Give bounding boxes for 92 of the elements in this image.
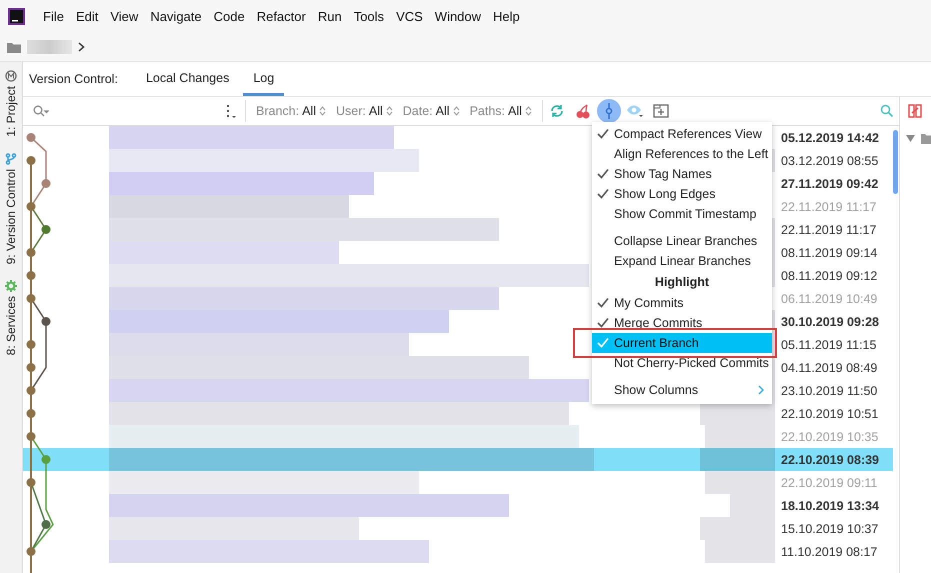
commit-date[interactable]: 22.11.2019 11:17: [775, 222, 893, 236]
sort-arrows-icon: [386, 106, 393, 116]
blurred-text: [705, 425, 775, 448]
commit-node: [42, 317, 50, 326]
commit-node: [26, 248, 36, 257]
new-tab-icon[interactable]: [652, 104, 669, 118]
commit-node: [26, 478, 36, 487]
tool-window-button[interactable]: 1: Project: [4, 86, 18, 137]
filter-dropdown[interactable]: User: All: [336, 104, 393, 118]
commit-icon: [604, 103, 613, 119]
menu-bar-item[interactable]: Run: [312, 9, 348, 24]
commit-node: [26, 133, 36, 142]
cherry-icon[interactable]: [574, 104, 591, 118]
commit-node: [26, 271, 36, 280]
tool-window-button[interactable]: 9: Version Control: [4, 168, 18, 264]
menu-item[interactable]: Align References to the Left: [592, 144, 772, 164]
commit-node: [26, 363, 36, 372]
menu-bar-item[interactable]: VCS: [390, 9, 429, 24]
menu-item[interactable]: Not Cherry-Picked Commits: [592, 353, 772, 373]
commit-date[interactable]: 08.11.2019 09:14: [775, 246, 893, 260]
commit-date[interactable]: 27.11.2019 09:42: [775, 176, 893, 190]
menu-bar-item[interactable]: Navigate: [144, 9, 208, 24]
commit-date[interactable]: 04.11.2019 08:49: [775, 360, 893, 374]
sort-arrows-icon: [452, 106, 460, 116]
folder-icon: [7, 42, 21, 52]
commit-node: [42, 179, 50, 188]
commit-node: [26, 340, 36, 349]
commit-date[interactable]: 15.10.2019 10:37: [775, 522, 893, 536]
highlight-toggle[interactable]: [596, 99, 621, 123]
menu-item[interactable]: Show Columns: [592, 380, 772, 400]
menu-bar-item[interactable]: Code: [208, 9, 251, 24]
menu-bar-item[interactable]: Window: [428, 9, 488, 24]
menu-item[interactable]: Show Long Edges: [592, 184, 772, 204]
commit-date[interactable]: 05.12.2019 14:42: [775, 130, 893, 144]
commit-node: [42, 455, 50, 464]
commit-node: [42, 225, 50, 234]
menu-bar-item[interactable]: View: [104, 9, 144, 24]
menu-bar-item[interactable]: Refactor: [250, 9, 312, 24]
commit-node: [26, 202, 36, 211]
branch-icon: [5, 152, 17, 165]
menu-item[interactable]: Current Branch: [592, 333, 772, 353]
menu-item[interactable]: Compact References View: [592, 124, 772, 144]
module-icon: [5, 70, 17, 82]
commit-node: [26, 409, 36, 418]
commit-node: [26, 386, 36, 395]
chevron-icon: [78, 42, 85, 52]
tool-window-button[interactable]: 8: Services: [4, 296, 18, 356]
blurred-text: [705, 540, 775, 563]
menu-section-header: Highlight: [654, 274, 710, 291]
commit-node: [26, 156, 36, 165]
sort-arrows-icon: [319, 106, 326, 116]
split-panel-icon[interactable]: [908, 103, 922, 119]
tool-window-title: Version Control:: [29, 72, 118, 86]
commit-node: [26, 432, 36, 441]
menu-bar-item[interactable]: Help: [487, 9, 526, 24]
commit-node: [42, 520, 50, 529]
commit-node: [26, 547, 36, 556]
folder-icon: [921, 133, 931, 144]
tab[interactable]: Log: [243, 62, 284, 96]
search-icon: [33, 105, 49, 117]
expand-arrow-icon[interactable]: [906, 135, 915, 142]
menu-bar-item[interactable]: Edit: [70, 9, 104, 24]
commit-date[interactable]: 22.10.2019 10:51: [775, 406, 893, 420]
menu-item[interactable]: Expand Linear Branches: [592, 251, 772, 271]
commit-date[interactable]: 03.12.2019 08:55: [775, 154, 893, 168]
sort-arrows-icon: [524, 106, 532, 116]
commit-node: [26, 294, 36, 303]
more-icon[interactable]: [225, 103, 239, 119]
commit-date[interactable]: 18.10.2019 13:34: [775, 498, 893, 512]
filter-dropdown[interactable]: Branch: All: [256, 104, 326, 118]
blurred-text: [27, 40, 72, 54]
commit-date[interactable]: 11.10.2019 08:17: [775, 544, 893, 558]
commit-date[interactable]: 30.10.2019 09:28: [775, 314, 893, 328]
app-logo-icon: [8, 8, 25, 25]
menu-item[interactable]: Collapse Linear Branches: [592, 231, 772, 251]
menu-bar-item[interactable]: Tools: [348, 9, 390, 24]
chevron-icon: [758, 385, 764, 395]
commit-date[interactable]: 23.10.2019 11:50: [775, 384, 893, 398]
scrollbar-thumb[interactable]: [893, 130, 898, 194]
menu-item[interactable]: My Commits: [592, 293, 772, 313]
commit-date[interactable]: 05.11.2019 11:15: [775, 338, 893, 352]
filter-dropdown[interactable]: Date: All: [402, 104, 460, 118]
menu-bar-item[interactable]: File: [37, 9, 70, 24]
refresh-icon[interactable]: [550, 104, 564, 118]
menu-item[interactable]: Merge Commits: [592, 313, 772, 333]
menu-item[interactable]: Show Commit Timestamp: [592, 204, 772, 224]
tab[interactable]: Local Changes: [136, 62, 240, 96]
gear-icon: [5, 280, 17, 292]
menu-item[interactable]: Show Tag Names: [592, 164, 772, 184]
commit-date[interactable]: 08.11.2019 09:12: [775, 268, 893, 282]
filter-dropdown[interactable]: Paths: All: [470, 104, 532, 118]
search-icon[interactable]: [880, 104, 894, 118]
